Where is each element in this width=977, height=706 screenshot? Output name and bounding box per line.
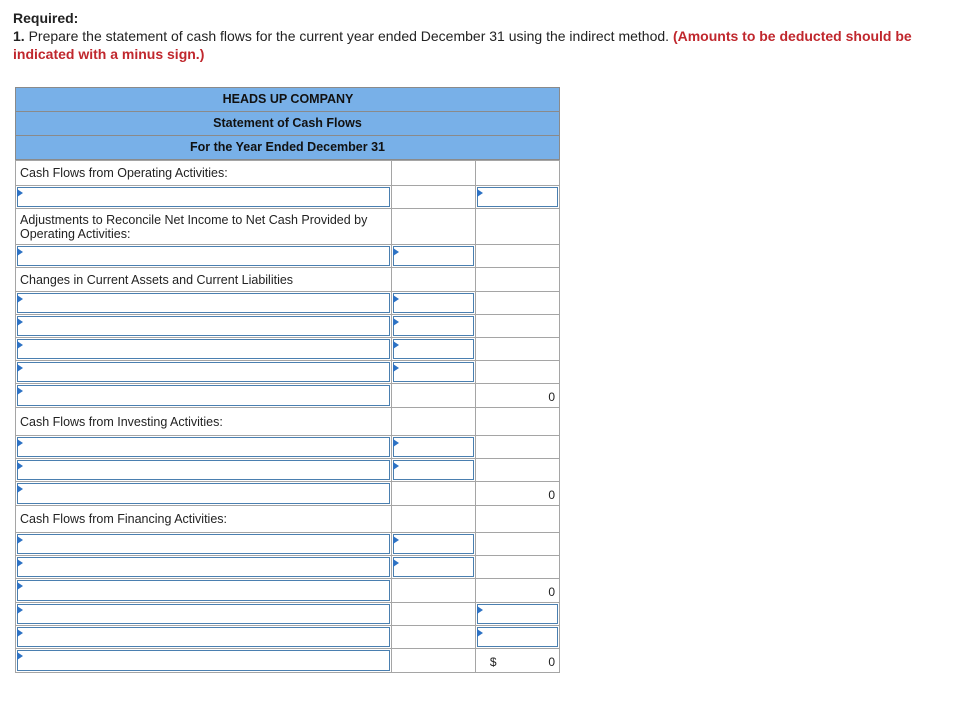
currency-symbol: $ [489, 655, 497, 669]
operating-total-value: 0 [548, 390, 555, 404]
table-row [15, 435, 561, 459]
label-input[interactable] [17, 580, 390, 601]
statement-period: For the Year Ended December 31 [190, 140, 385, 154]
financing-total-value: 0 [548, 585, 555, 599]
label-input[interactable] [17, 627, 390, 647]
amount-input[interactable] [392, 246, 474, 266]
table-row [15, 458, 561, 482]
changes-section-label: Changes in Current Assets and Current Li… [20, 272, 294, 287]
investing-section-label: Cash Flows from Investing Activities: [20, 414, 223, 429]
table-row [15, 185, 561, 209]
amount-input[interactable] [392, 437, 474, 457]
amount-input[interactable] [392, 557, 474, 577]
amount-input[interactable] [476, 604, 558, 624]
label-input[interactable] [17, 557, 390, 577]
adjustments-section-label: Adjustments to Reconcile Net Income to N… [20, 212, 368, 241]
label-input[interactable] [17, 534, 390, 554]
amount-input[interactable] [392, 293, 474, 313]
statement-title: Statement of Cash Flows [213, 116, 362, 130]
label-input[interactable] [17, 339, 390, 359]
requirement-instruction: Prepare the statement of cash flows for … [28, 28, 670, 44]
amount-input[interactable] [476, 627, 558, 647]
label-input[interactable] [17, 362, 390, 382]
label-input[interactable] [17, 187, 390, 207]
table-row: Changes in Current Assets and Current Li… [15, 267, 561, 292]
table-row [15, 555, 561, 579]
table-row: Cash Flows from Investing Activities: [15, 407, 561, 436]
table-row [15, 291, 561, 315]
label-input[interactable] [17, 293, 390, 313]
required-heading: Required: [13, 10, 79, 26]
statement-header: HEADS UP COMPANY Statement of Cash Flows… [15, 87, 560, 160]
operating-section-label: Cash Flows from Operating Activities: [20, 166, 228, 180]
investing-total-value: 0 [548, 488, 555, 502]
final-total-value: 0 [548, 655, 555, 669]
amount-input[interactable] [392, 316, 474, 336]
label-input[interactable] [17, 316, 390, 336]
table-row: 0 [15, 383, 561, 408]
table-row [15, 532, 561, 556]
amount-input[interactable] [392, 339, 474, 359]
table-row [15, 314, 561, 338]
table-row: Adjustments to Reconcile Net Income to N… [15, 208, 561, 245]
label-input[interactable] [17, 460, 390, 480]
table-row [15, 602, 561, 626]
label-input[interactable] [17, 246, 390, 266]
table-row: Cash Flows from Financing Activities: [15, 505, 561, 533]
table-row [15, 337, 561, 361]
amount-input[interactable] [392, 362, 474, 382]
amount-input[interactable] [392, 534, 474, 554]
amount-input[interactable] [392, 460, 474, 480]
table-row: 0 [15, 481, 561, 506]
label-input[interactable] [17, 483, 390, 504]
amount-input[interactable] [476, 187, 558, 207]
table-row: 0 [15, 578, 561, 603]
table-row [15, 244, 561, 268]
table-row [15, 625, 561, 649]
financing-section-label: Cash Flows from Financing Activities: [20, 512, 228, 526]
company-name: HEADS UP COMPANY [222, 92, 354, 106]
label-input[interactable] [17, 650, 390, 671]
label-input[interactable] [17, 604, 390, 624]
table-row [15, 360, 561, 384]
table-row: $ 0 [15, 648, 561, 673]
label-input[interactable] [17, 437, 390, 457]
table-row: Cash Flows from Operating Activities: [15, 160, 561, 186]
cash-flow-table: Cash Flows from Operating Activities: Ad… [15, 160, 561, 673]
requirement-block: Required: 1. Prepare the statement of ca… [13, 9, 963, 63]
label-input[interactable] [17, 385, 390, 406]
cash-flow-worksheet: HEADS UP COMPANY Statement of Cash Flows… [15, 87, 561, 673]
requirement-number: 1. [13, 28, 25, 44]
